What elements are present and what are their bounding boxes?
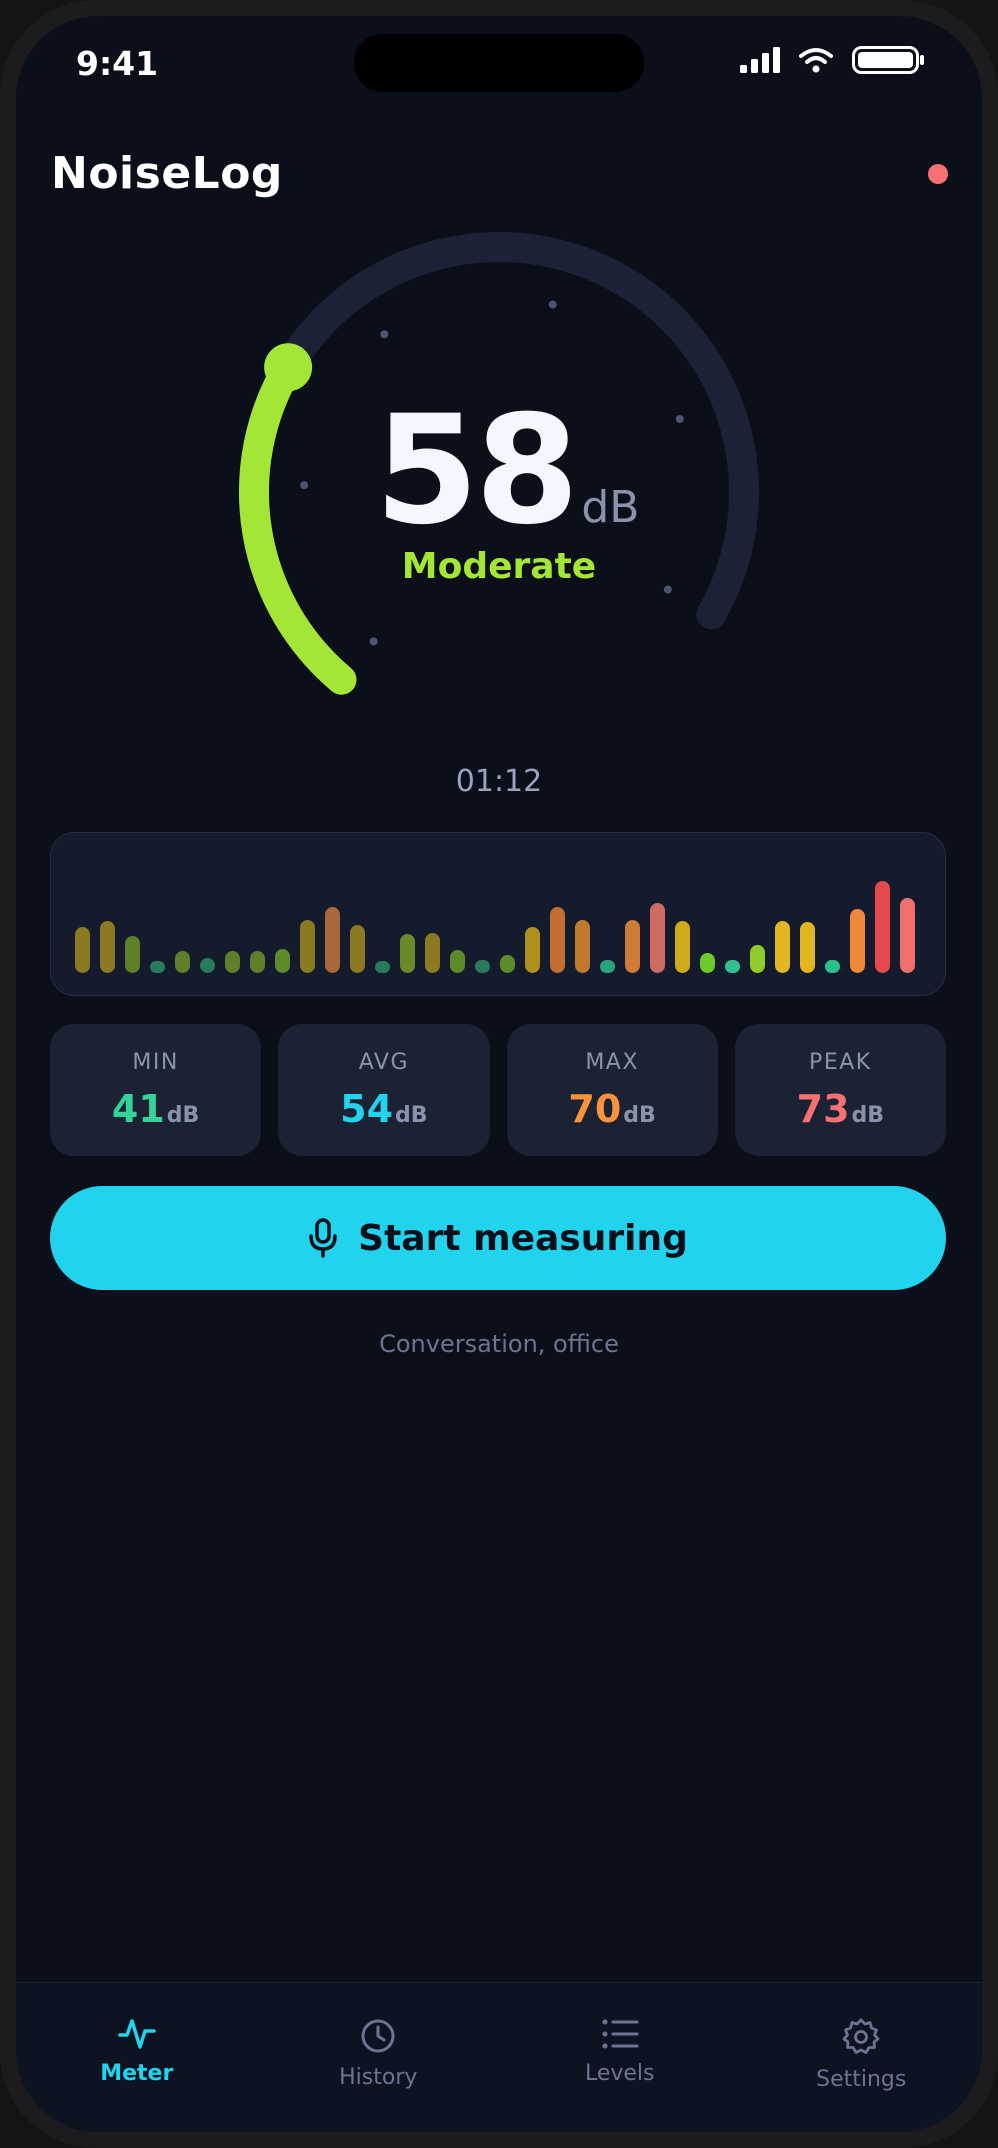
session-timer: 01:12 <box>455 764 543 799</box>
history-bar <box>450 950 465 973</box>
gauge-tick <box>548 300 557 309</box>
pulse-icon <box>118 2019 156 2049</box>
history-bar <box>725 960 740 973</box>
tab-label: History <box>339 2065 418 2090</box>
history-bar <box>675 921 690 973</box>
history-bar <box>625 920 640 973</box>
history-bar <box>650 903 665 973</box>
stat-unit: dB <box>395 1102 428 1128</box>
history-bar <box>325 907 340 973</box>
stat-unit: dB <box>166 1102 200 1128</box>
history-bar <box>400 934 415 973</box>
start-measuring-label: Start measuring <box>358 1217 688 1259</box>
list-icon <box>602 2019 639 2049</box>
history-bar <box>425 933 440 973</box>
tab-meter[interactable]: Meter <box>16 1983 258 2132</box>
history-bar <box>900 898 915 973</box>
history-bar <box>850 909 865 973</box>
history-bar <box>775 921 790 973</box>
history-bar <box>350 925 365 973</box>
history-bar <box>375 961 390 973</box>
history-bar <box>75 927 90 973</box>
history-bar <box>125 936 140 973</box>
stat-value: 70 <box>568 1086 622 1131</box>
tab-settings[interactable]: Settings <box>741 1983 983 2132</box>
history-bar <box>750 945 765 973</box>
history-bar <box>875 881 890 973</box>
history-bar <box>100 921 115 973</box>
current-reading: 58 dB <box>16 396 982 546</box>
history-bar <box>500 955 515 973</box>
stat-card-peak: PEAK 73dB <box>734 1024 946 1156</box>
history-bar <box>275 949 290 973</box>
history-bar <box>575 920 590 973</box>
microphone-icon <box>309 1218 337 1258</box>
history-bar <box>600 960 615 973</box>
stat-card-max: MAX 70dB <box>506 1024 718 1156</box>
stat-unit: dB <box>623 1102 656 1128</box>
phone-frame: 9:41 NoiseLog 58 dB Moderate 01:12 MIN 4… <box>0 0 998 2148</box>
gauge-tick <box>369 637 378 646</box>
history-bar <box>525 927 540 973</box>
stat-label: PEAK <box>809 1049 872 1075</box>
start-measuring-button[interactable]: Start measuring <box>50 1186 946 1290</box>
gauge-tick <box>380 330 389 339</box>
stat-value: 73 <box>796 1086 850 1131</box>
level-gauge <box>239 232 759 695</box>
history-bar <box>175 951 190 973</box>
history-bar <box>550 907 565 973</box>
stat-value: 41 <box>111 1086 165 1131</box>
stat-label: AVG <box>358 1049 409 1075</box>
tab-label: Levels <box>584 2061 655 2086</box>
tab-label: Meter <box>100 2061 174 2086</box>
history-bar <box>475 960 490 973</box>
tab-bar: Meter History Levels Settings <box>16 1982 982 2132</box>
tab-history[interactable]: History <box>258 1983 500 2132</box>
stat-unit: dB <box>851 1102 885 1128</box>
stat-card-min: MIN 41dB <box>50 1024 262 1156</box>
clock-icon <box>361 2019 395 2053</box>
gauge-indicator-knob <box>264 343 313 392</box>
history-bar <box>700 953 715 973</box>
level-history-chart <box>50 832 946 996</box>
noise-category-label: Moderate <box>401 546 597 587</box>
history-bar <box>800 922 815 973</box>
history-bar <box>150 961 165 973</box>
screen: 9:41 NoiseLog 58 dB Moderate 01:12 MIN 4… <box>16 16 982 2132</box>
stat-value: 54 <box>340 1086 394 1131</box>
level-example-hint: Conversation, office <box>379 1330 619 1358</box>
history-bar <box>225 951 240 973</box>
history-bar <box>250 951 265 973</box>
tab-label: Settings <box>816 2067 907 2092</box>
tab-levels[interactable]: Levels <box>499 1983 741 2132</box>
history-bars <box>75 881 915 973</box>
history-bar <box>200 958 215 973</box>
history-bar <box>825 960 840 973</box>
reading-unit: dB <box>581 482 640 533</box>
stat-label: MIN <box>132 1049 179 1075</box>
reading-value: 58 <box>374 384 580 558</box>
stat-card-avg: AVG 54dB <box>278 1024 490 1156</box>
history-bar <box>300 920 315 973</box>
stat-label: MAX <box>585 1049 639 1075</box>
gear-icon <box>842 2018 880 2054</box>
stats-row: MIN 41dB AVG 54dB MAX 70dB PEAK 73dB <box>50 1024 946 1156</box>
